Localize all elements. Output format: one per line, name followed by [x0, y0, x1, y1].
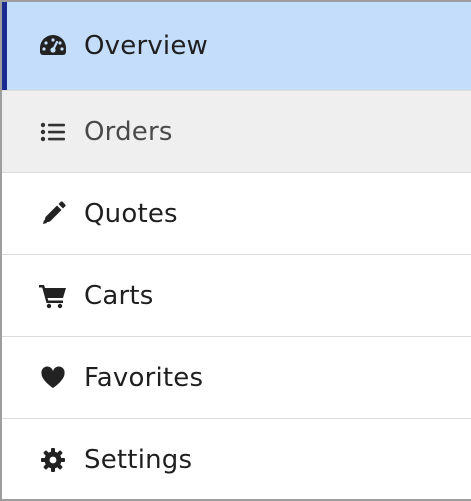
menu-item-label: Settings: [84, 445, 193, 475]
menu-item-settings[interactable]: Settings: [2, 419, 471, 499]
menu-item-label: Overview: [84, 31, 209, 61]
menu-item-overview[interactable]: Overview: [2, 2, 471, 91]
list-icon: [36, 118, 70, 146]
account-sidebar: Overview Orders Quotes Carts Favorites S…: [0, 0, 471, 501]
shopping-cart-icon: [36, 282, 70, 310]
menu-item-label: Quotes: [84, 198, 178, 229]
menu-item-carts[interactable]: Carts: [2, 255, 471, 337]
gear-icon: [36, 446, 70, 474]
menu-item-label: Carts: [84, 280, 154, 311]
dashboard-gauge-icon: [36, 32, 70, 60]
menu-item-label: Orders: [84, 116, 173, 147]
menu-item-label: Favorites: [84, 362, 204, 393]
account-menu: Overview Orders Quotes Carts Favorites S…: [2, 2, 471, 499]
heart-icon: [36, 364, 70, 392]
pencil-icon: [36, 200, 70, 228]
menu-item-quotes[interactable]: Quotes: [2, 173, 471, 255]
menu-item-favorites[interactable]: Favorites: [2, 337, 471, 419]
menu-item-orders[interactable]: Orders: [2, 91, 471, 173]
